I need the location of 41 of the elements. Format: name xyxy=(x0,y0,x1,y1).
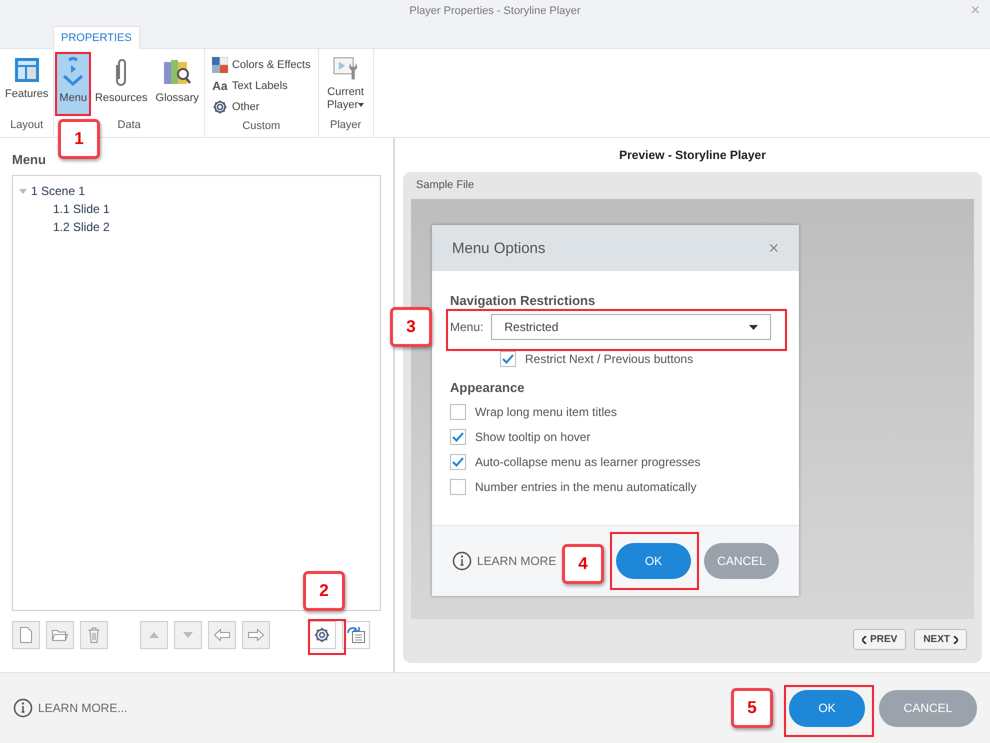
ribbon-button[interactable]: Colors & Effects xyxy=(212,55,311,74)
step-callout: 5 xyxy=(731,688,773,728)
ribbon-button[interactable]: Other xyxy=(212,97,311,116)
group-label: Custom xyxy=(241,119,282,134)
ribbon-button[interactable]: Glossary xyxy=(154,53,201,115)
checkbox-label: Show tooltip on hover xyxy=(475,430,590,444)
ok-button[interactable]: OK xyxy=(616,543,691,579)
step-callout: 3 xyxy=(390,307,432,347)
player-title: Sample File xyxy=(415,178,476,193)
ribbon-tab[interactable]: PROPERTIES xyxy=(53,26,140,49)
ribbon-button[interactable]: Aa Text Labels xyxy=(212,76,311,95)
preview-title: Preview - Storyline Player xyxy=(618,148,767,162)
ribbon-dropdown[interactable]: Current Player xyxy=(322,53,370,115)
tree-item[interactable]: 1.1 Slide 1 xyxy=(53,202,110,216)
window-title: Player Properties - Storyline Player xyxy=(409,5,581,17)
ribbon-button[interactable]: Menu xyxy=(57,53,89,115)
checkbox-label: Wrap long menu item titles xyxy=(475,404,617,418)
field-label: Menu: xyxy=(450,320,484,334)
step-callout: 4 xyxy=(562,544,604,584)
panel-title: Menu xyxy=(12,152,47,167)
ok-button[interactable]: OK xyxy=(789,690,865,726)
group-label: Layout xyxy=(9,118,44,133)
prev-button[interactable]: PREV xyxy=(853,629,906,650)
checkbox-label: Auto-collapse menu as learner progresses xyxy=(475,454,700,468)
section-heading: Navigation Restrictions xyxy=(450,293,596,308)
group-label: Player xyxy=(329,118,362,133)
learn-more-link[interactable]: LEARN MORE... xyxy=(13,698,128,718)
group-label: Data xyxy=(116,118,142,133)
checkbox-label: Restrict Next / Previous buttons xyxy=(525,352,694,366)
ribbon-button[interactable]: Resources xyxy=(92,53,150,115)
dialog-title: Menu Options xyxy=(452,240,546,256)
step-callout: 1 xyxy=(58,119,100,159)
menu-dropdown[interactable]: Restricted xyxy=(491,314,772,340)
next-button[interactable]: NEXT xyxy=(914,629,967,650)
checkbox-label: Number entries in the menu automatically xyxy=(475,480,696,494)
ribbon-button[interactable]: Features xyxy=(3,53,50,115)
step-callout: 2 xyxy=(303,571,345,611)
tree-item[interactable]: 1 Scene 1 xyxy=(31,184,86,198)
section-heading: Appearance xyxy=(450,380,526,395)
learn-more-link[interactable]: LEARN MORE xyxy=(452,551,556,571)
tree-item[interactable]: 1.2 Slide 2 xyxy=(53,220,110,234)
